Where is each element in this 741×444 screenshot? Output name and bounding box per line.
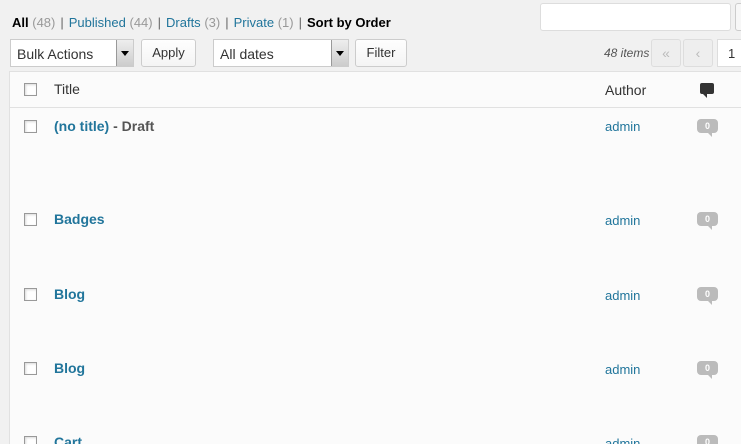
bulk-actions-value: Bulk Actions <box>17 46 94 62</box>
view-links: All (48) | Published (44) | Drafts (3) | Priva… <box>12 15 391 30</box>
comment-count-badge[interactable]: 0 <box>697 212 718 230</box>
comment-count-badge[interactable]: 0 <box>697 361 718 379</box>
chevron-down-icon <box>116 40 133 66</box>
separator: | <box>298 15 302 30</box>
column-author-header: Author <box>605 82 647 98</box>
post-author-link[interactable]: admin <box>605 119 640 134</box>
table-row-title: Badges <box>54 211 105 227</box>
comment-count-badge[interactable]: 0 <box>697 119 718 137</box>
post-title-link[interactable]: Cart <box>54 434 82 444</box>
table-row-title: Cart <box>54 434 82 444</box>
view-drafts[interactable]: Drafts (3) <box>166 15 220 30</box>
view-published[interactable]: Published (44) <box>69 15 153 30</box>
comment-count-badge[interactable]: 0 <box>697 287 718 305</box>
row-checkbox[interactable] <box>24 288 37 301</box>
apply-button[interactable]: Apply <box>141 39 196 67</box>
table-row-title: (no title) - Draft <box>54 118 154 134</box>
search-input[interactable] <box>540 3 731 31</box>
select-all-checkbox[interactable] <box>24 83 37 96</box>
items-count: 48 items <box>604 46 650 60</box>
date-filter-select[interactable]: All dates <box>213 39 349 67</box>
post-state: - Draft <box>109 118 155 134</box>
post-author-link[interactable]: admin <box>605 288 640 303</box>
posts-table: Title Author (no title) - Draft admin 0 … <box>9 71 741 444</box>
post-author-link[interactable]: admin <box>605 362 640 377</box>
post-title-link[interactable]: Badges <box>54 211 105 227</box>
comment-count-badge[interactable]: 0 <box>697 435 718 444</box>
current-page-input[interactable]: 1 <box>717 39 741 67</box>
post-title-link[interactable]: Blog <box>54 360 85 376</box>
chevron-down-icon <box>331 40 348 66</box>
row-checkbox[interactable] <box>24 436 37 444</box>
table-header: Title Author <box>10 72 741 108</box>
post-title-link[interactable]: (no title) <box>54 118 109 134</box>
date-filter-value: All dates <box>220 46 274 62</box>
bulk-actions-select[interactable]: Bulk Actions <box>10 39 134 67</box>
post-author-link[interactable]: admin <box>605 436 640 444</box>
separator: | <box>60 15 64 30</box>
filter-button[interactable]: Filter <box>355 39 407 67</box>
post-author-link[interactable]: admin <box>605 213 640 228</box>
row-checkbox[interactable] <box>24 362 37 375</box>
row-checkbox[interactable] <box>24 120 37 133</box>
row-checkbox[interactable] <box>24 213 37 226</box>
first-page-button[interactable]: « <box>651 39 681 67</box>
separator: | <box>157 15 162 30</box>
search-button[interactable] <box>735 3 741 31</box>
prev-page-button[interactable]: ‹ <box>683 39 713 67</box>
view-sort-by-order[interactable]: Sort by Order <box>307 15 391 30</box>
post-title-link[interactable]: Blog <box>54 286 85 302</box>
column-title-header[interactable]: Title <box>54 81 80 97</box>
view-private[interactable]: Private (1) <box>234 15 294 30</box>
table-row-title: Blog <box>54 360 85 376</box>
separator: | <box>225 15 229 30</box>
table-row-title: Blog <box>54 286 85 302</box>
comment-icon[interactable] <box>700 83 714 98</box>
view-all[interactable]: All (48) <box>12 15 55 30</box>
